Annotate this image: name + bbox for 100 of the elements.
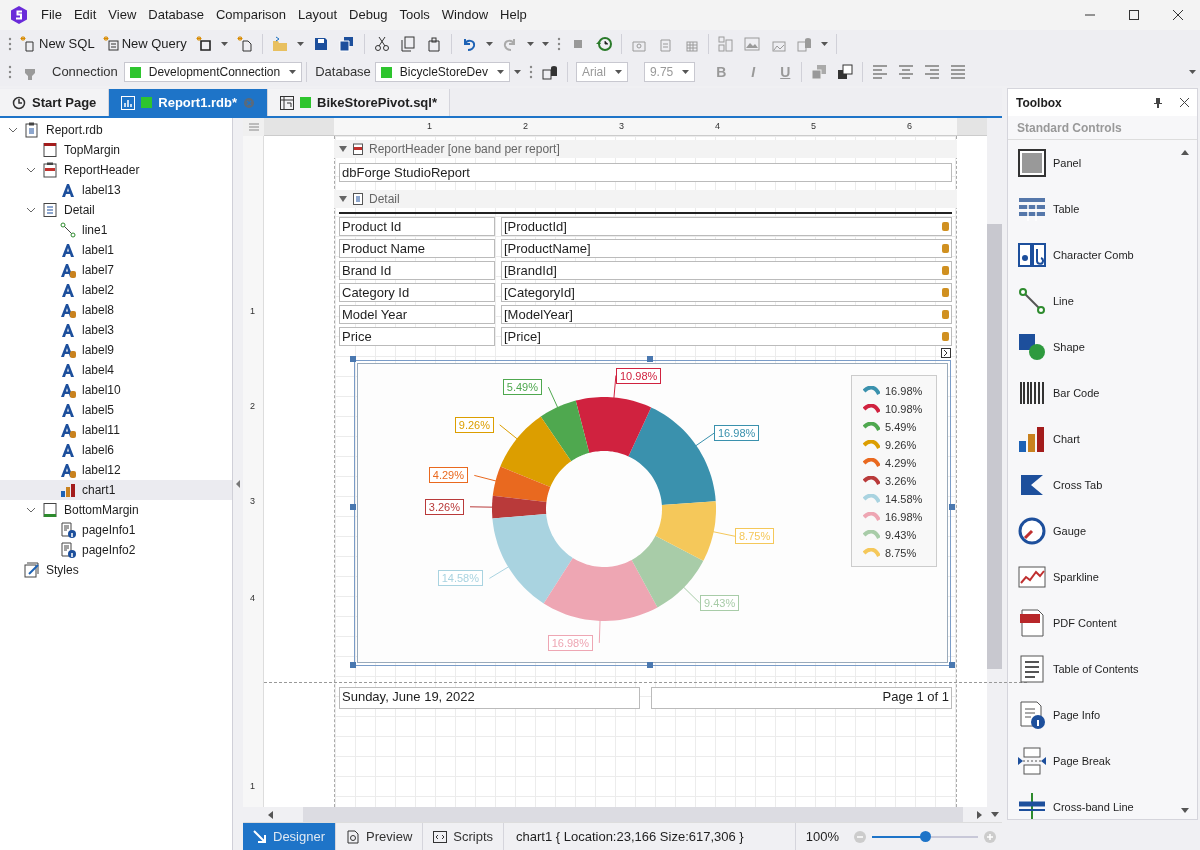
- tree-item[interactable]: label6: [0, 440, 232, 460]
- resize-handle[interactable]: [647, 356, 653, 362]
- resize-handle[interactable]: [949, 504, 955, 510]
- scroll-down-icon: [1181, 808, 1189, 813]
- database-dropdown[interactable]: BicycleStoreDev: [374, 62, 510, 82]
- report-icon: [24, 122, 40, 138]
- menu-item[interactable]: Help: [494, 5, 533, 25]
- label-cell[interactable]: Model Year: [339, 305, 495, 324]
- band-icon: [353, 193, 363, 205]
- toolbox-item[interactable]: Character Comb: [1008, 232, 1197, 278]
- tree-item[interactable]: pageInfo2: [0, 540, 232, 560]
- legend-label: 14.58%: [885, 491, 923, 507]
- toolbox-item[interactable]: Bar Code: [1008, 370, 1197, 416]
- toolbox-item[interactable]: Table: [1008, 186, 1197, 232]
- tree-item[interactable]: BottomMargin: [0, 500, 232, 520]
- copy-icon: [399, 36, 416, 52]
- tree-item[interactable]: Detail: [0, 200, 232, 220]
- view-tab[interactable]: Scripts: [423, 822, 504, 850]
- menu-item[interactable]: Comparison: [209, 5, 293, 25]
- slider-thumb[interactable]: [920, 831, 931, 842]
- tree-item[interactable]: label9: [0, 340, 232, 360]
- tree-item[interactable]: Styles: [0, 560, 232, 580]
- document-tab[interactable]: BikeStorePivot.sql*: [268, 89, 450, 116]
- menu-item[interactable]: Tools: [393, 5, 436, 25]
- band-icon: [42, 162, 58, 178]
- menu-item[interactable]: Database: [142, 5, 210, 25]
- tree-item[interactable]: label10: [0, 380, 232, 400]
- toolbox-item[interactable]: Table of Contents: [1008, 646, 1197, 692]
- menu-item[interactable]: Edit: [67, 5, 103, 25]
- toolbox-item[interactable]: Panel: [1008, 140, 1197, 186]
- field-cell[interactable]: [BrandId]: [501, 261, 952, 280]
- label-cell[interactable]: Category Id: [339, 283, 495, 302]
- tree-item[interactable]: chart1: [0, 480, 232, 500]
- page-info[interactable]: Page 1 of 1: [651, 687, 952, 709]
- toolbox-gauge-icon: [1018, 517, 1046, 545]
- field-cell[interactable]: [ProductName]: [501, 239, 952, 258]
- label-cell[interactable]: Price: [339, 327, 495, 346]
- tree-item[interactable]: Report.rdb: [0, 120, 232, 140]
- resize-handle[interactable]: [350, 504, 356, 510]
- tree-item[interactable]: label12: [0, 460, 232, 480]
- close-panel-button[interactable]: [1180, 98, 1189, 107]
- tree-item[interactable]: label13: [0, 180, 232, 200]
- tree-item[interactable]: TopMargin: [0, 140, 232, 160]
- toolbox-item[interactable]: Page Info: [1008, 692, 1197, 738]
- label-cell[interactable]: Product Id: [339, 217, 495, 236]
- resize-handle[interactable]: [949, 662, 955, 668]
- menu-item[interactable]: Debug: [343, 5, 394, 25]
- band-header[interactable]: Detail: [334, 190, 957, 208]
- field-cell[interactable]: [ProductId]: [501, 217, 952, 236]
- tree-item[interactable]: label5: [0, 400, 232, 420]
- report-title[interactable]: dbForge StudioReport: [339, 163, 952, 182]
- menu-item[interactable]: Layout: [292, 5, 344, 25]
- align-right-icon: [924, 64, 941, 80]
- tree-item[interactable]: label1: [0, 240, 232, 260]
- resize-handle[interactable]: [350, 356, 356, 362]
- menu-item[interactable]: View: [102, 5, 143, 25]
- toolbox-item[interactable]: Gauge: [1008, 508, 1197, 554]
- label-cell[interactable]: Product Name: [339, 239, 495, 258]
- tree-item[interactable]: pageInfo1: [0, 520, 232, 540]
- new-sql-button[interactable]: New SQL: [16, 33, 99, 55]
- toolbox-item[interactable]: Cross Tab: [1008, 462, 1197, 508]
- new-query-button[interactable]: New Query: [98, 33, 191, 55]
- new-document-icon: [195, 36, 212, 52]
- date-info[interactable]: Sunday, June 19, 2022: [339, 687, 640, 709]
- toolbox-item[interactable]: Cross-band Line: [1008, 784, 1197, 819]
- field-cell[interactable]: [ModelYear]: [501, 305, 952, 324]
- tree-item[interactable]: label4: [0, 360, 232, 380]
- toolbox-item[interactable]: Page Break: [1008, 738, 1197, 784]
- resize-handle[interactable]: [647, 662, 653, 668]
- redo-icon: [501, 36, 518, 52]
- tree-item[interactable]: ReportHeader: [0, 160, 232, 180]
- tree-item[interactable]: label11: [0, 420, 232, 440]
- tree-item[interactable]: label8: [0, 300, 232, 320]
- resize-handle[interactable]: [350, 662, 356, 668]
- tree-item[interactable]: label2: [0, 280, 232, 300]
- view-tab[interactable]: Designer: [243, 822, 337, 850]
- toolbox-item[interactable]: Line: [1008, 278, 1197, 324]
- zoom-slider[interactable]: [872, 830, 978, 843]
- pin-button[interactable]: [1154, 97, 1162, 108]
- document-tab[interactable]: Start Page: [0, 89, 110, 116]
- connection-dropdown[interactable]: DevelopmentConnection: [123, 62, 303, 82]
- band-header[interactable]: ReportHeader [one band per report]: [334, 140, 957, 158]
- field-cell[interactable]: [Price]: [501, 327, 952, 346]
- toolbox-item[interactable]: PDF Content: [1008, 600, 1197, 646]
- chart[interactable]: 16.98% 10.98% 5.49% 9.26% 4.29% 3.26% 14.58% 16.98% 9.43% 8.75% 16.98% 10.98% 5.49% 9.26% 4.29% 3.26% 14.58% 16.98% 9.43% 8.75%: [354, 360, 951, 666]
- field-label-icon: [60, 302, 76, 318]
- field-cell[interactable]: [CategoryId]: [501, 283, 952, 302]
- menu-item[interactable]: File: [35, 5, 68, 25]
- data-label: 3.26%: [424, 499, 464, 515]
- label-cell[interactable]: Brand Id: [339, 261, 495, 280]
- document-tab[interactable]: Report1.rdb*: [109, 89, 269, 116]
- tree-item[interactable]: label7: [0, 260, 232, 280]
- data-label: 14.58%: [437, 570, 483, 586]
- toolbox-item[interactable]: Sparkline: [1008, 554, 1197, 600]
- menu-item[interactable]: Window: [435, 5, 495, 25]
- toolbox-item[interactable]: Chart: [1008, 416, 1197, 462]
- toolbox-item[interactable]: Shape: [1008, 324, 1197, 370]
- tree-item[interactable]: line1: [0, 220, 232, 240]
- tree-item[interactable]: label3: [0, 320, 232, 340]
- view-tab[interactable]: Preview: [336, 822, 424, 850]
